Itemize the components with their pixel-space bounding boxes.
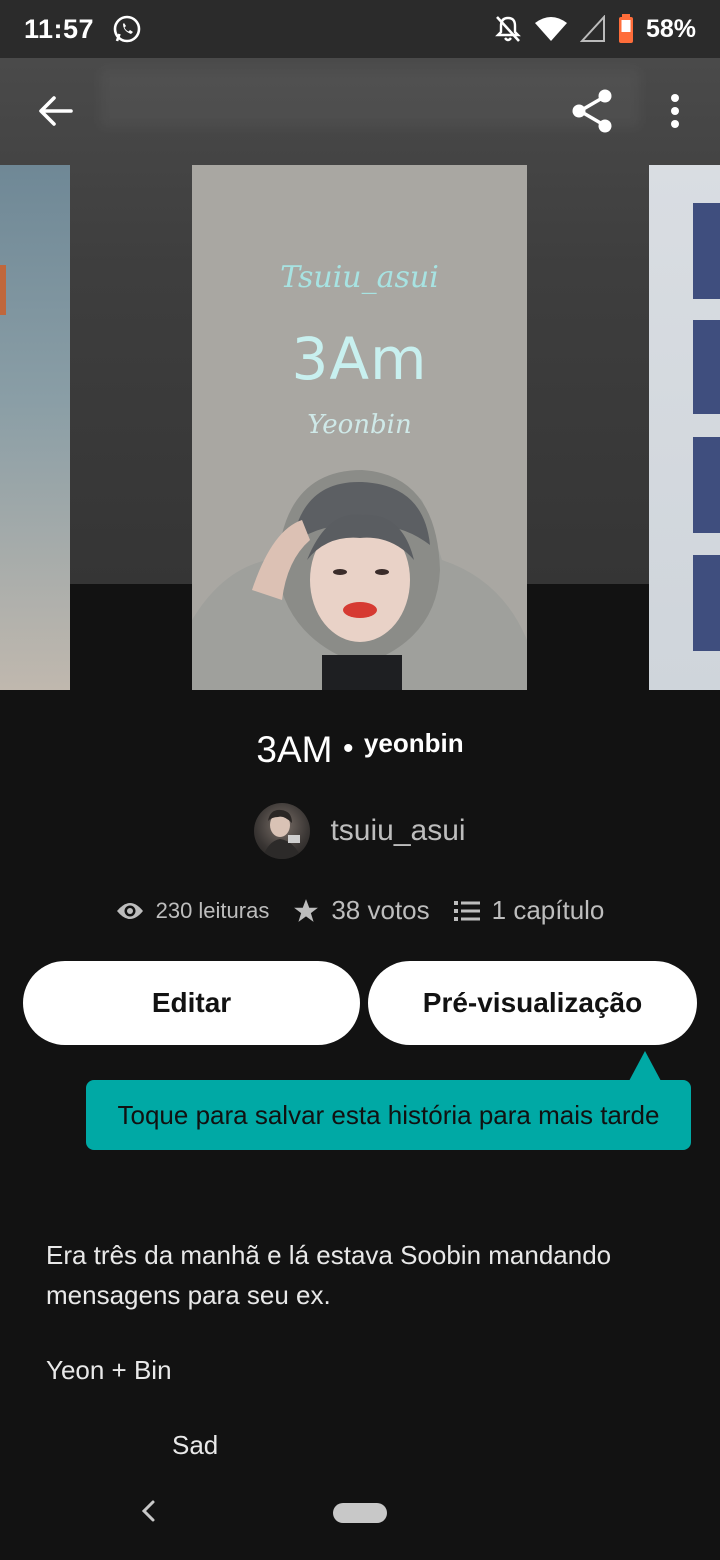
tooltip-arrow [629, 1051, 661, 1081]
previous-cover-graphic [0, 265, 6, 315]
status-time: 11:57 [24, 13, 95, 44]
description-paragraph: Era três da manhã e lá estava Soobin man… [46, 1240, 612, 1310]
votes-count: 38 votos [331, 895, 430, 925]
next-cover[interactable] [649, 165, 720, 690]
reads-count: 230 leituras [155, 897, 270, 923]
battery-percent: 58% [645, 14, 696, 43]
nav-back-icon[interactable] [134, 1496, 164, 1526]
votes-stat: 38 votos [293, 895, 430, 926]
author-name: tsuiu_asui [330, 814, 466, 847]
cover-title-text: 3Am [291, 325, 428, 393]
title-separator: • [342, 732, 354, 765]
story-subtitle: yeonbin [363, 728, 464, 758]
wifi-icon [534, 17, 567, 41]
back-arrow-icon [39, 96, 73, 126]
chapters-count: 1 capítulo [491, 895, 605, 925]
star-icon [294, 898, 319, 922]
share-button[interactable] [564, 83, 620, 139]
back-button[interactable] [30, 86, 80, 136]
top-toolbar [0, 58, 720, 164]
notifications-off-icon [495, 16, 521, 42]
chapters-stat: 1 capítulo [453, 895, 605, 926]
save-tooltip[interactable]: Toque para salvar esta história para mai… [86, 1080, 691, 1150]
cover-author-text: Tsuiu_asui [280, 260, 439, 295]
story-description: Era três da manhã e lá estava Soobin man… [46, 1235, 676, 1500]
cover-portrait-image [192, 470, 527, 690]
next-cover-block [693, 320, 720, 414]
eye-icon [116, 902, 143, 919]
cover-subtitle-text: Yeonbin [307, 410, 412, 440]
edit-button[interactable]: Editar [23, 961, 360, 1045]
list-icon [453, 900, 480, 921]
description-paragraph: Yeon + Bin [46, 1355, 172, 1385]
share-icon [572, 89, 612, 133]
whatsapp-icon [113, 15, 141, 43]
story-stats: 230 leituras 38 votos 1 capítulo [0, 895, 720, 926]
status-bar: 11:57 58% [0, 0, 720, 58]
tooltip-text: Toque para salvar esta história para mai… [117, 1099, 660, 1130]
next-cover-block [693, 555, 720, 651]
description-paragraph: Sad [172, 1430, 219, 1460]
reads-stat: 230 leituras [116, 897, 270, 924]
author-avatar [254, 803, 311, 859]
story-cover[interactable]: Tsuiu_asui 3Am Yeonbin [192, 165, 527, 690]
next-cover-block [693, 437, 720, 533]
more-vertical-icon [671, 94, 679, 128]
story-title: 3AM [256, 729, 333, 770]
author-link[interactable]: tsuiu_asui [0, 803, 720, 859]
system-nav-bar [0, 1480, 720, 1560]
nav-home-pill[interactable] [333, 1503, 387, 1523]
preview-button[interactable]: Pré-visualização [368, 961, 697, 1045]
battery-icon [618, 14, 633, 43]
more-options-button[interactable] [660, 83, 690, 139]
previous-cover[interactable] [0, 165, 70, 690]
next-cover-block [693, 203, 720, 299]
story-title-row: 3AM • yeonbin [0, 728, 720, 771]
cell-signal-icon [579, 15, 605, 42]
avatar-image [262, 809, 303, 859]
